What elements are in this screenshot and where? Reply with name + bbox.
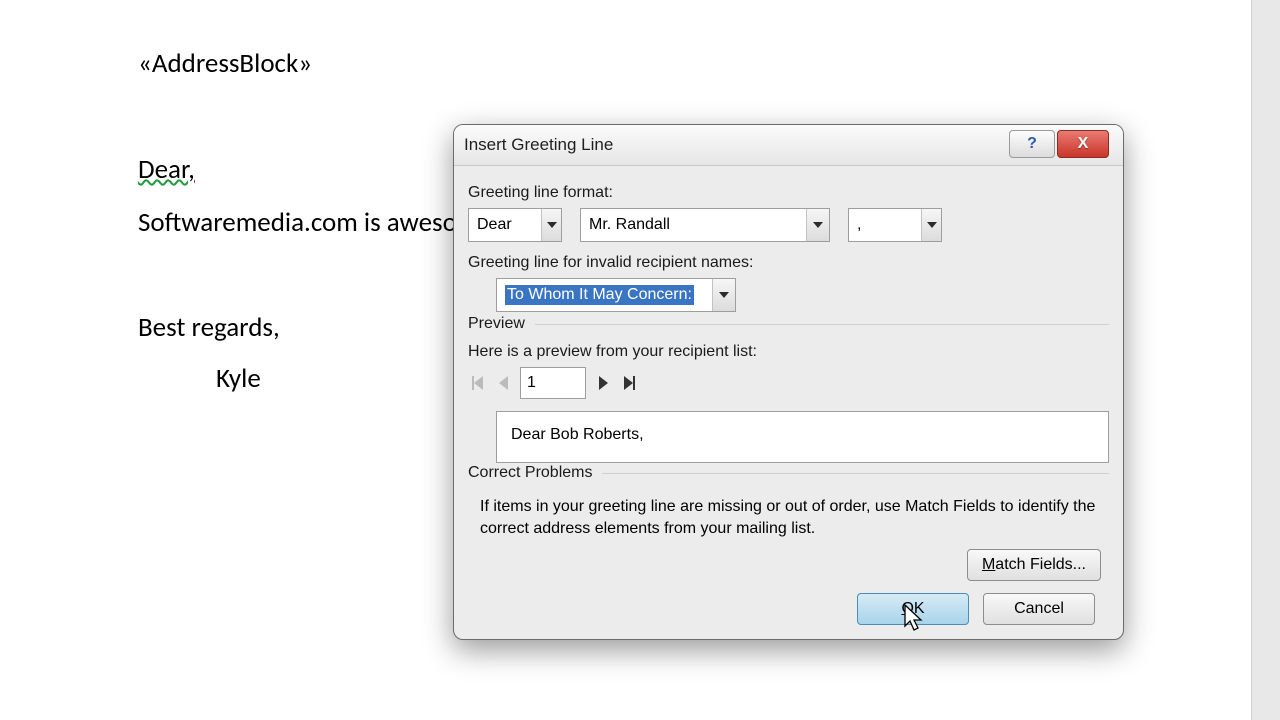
- preview-box: Dear Bob Roberts,: [496, 411, 1109, 463]
- help-button[interactable]: ?: [1009, 130, 1055, 158]
- doc-greeting: Dear,: [138, 153, 195, 186]
- chevron-down-icon: [921, 209, 941, 241]
- cancel-button[interactable]: Cancel: [983, 593, 1095, 625]
- correct-problems-help: If items in your greeting line are missi…: [468, 496, 1109, 539]
- correct-problems-section: Correct Problems: [468, 473, 1109, 496]
- invalid-recipient-label: Greeting line for invalid recipient name…: [468, 254, 1109, 272]
- last-record-button[interactable]: [620, 369, 638, 397]
- salutation-combo[interactable]: Dear: [468, 208, 562, 242]
- close-icon: X: [1078, 135, 1089, 153]
- match-fields-button[interactable]: Match Fields...: [967, 549, 1101, 581]
- doc-signature: Kyle: [216, 362, 261, 395]
- salutation-value: Dear: [469, 209, 541, 241]
- merge-field-addressblock: «AddressBlock»: [138, 47, 312, 80]
- doc-body-line: Softwaremedia.com is awesome.: [138, 206, 499, 239]
- punctuation-value: ,: [849, 209, 921, 241]
- chevron-down-icon: [712, 279, 735, 311]
- invalid-recipient-value: To Whom It May Concern:: [497, 279, 712, 311]
- first-record-button[interactable]: [468, 369, 486, 397]
- dialog-title: Insert Greeting Line: [454, 135, 613, 155]
- name-format-combo[interactable]: Mr. Randall: [580, 208, 830, 242]
- punctuation-combo[interactable]: ,: [848, 208, 942, 242]
- help-icon: ?: [1027, 135, 1037, 153]
- preview-header: Preview: [468, 315, 535, 332]
- close-button[interactable]: X: [1057, 130, 1109, 158]
- invalid-recipient-combo[interactable]: To Whom It May Concern:: [496, 278, 736, 312]
- vertical-scrollbar[interactable]: [1251, 0, 1280, 720]
- correct-problems-header: Correct Problems: [468, 464, 602, 481]
- chevron-down-icon: [806, 209, 829, 241]
- record-number-input[interactable]: [520, 367, 586, 399]
- dialog-titlebar[interactable]: Insert Greeting Line ? X: [454, 125, 1123, 166]
- chevron-down-icon: [541, 209, 561, 241]
- doc-closing: Best regards,: [138, 311, 280, 344]
- preview-section: Preview: [468, 324, 1109, 347]
- preview-text: Dear Bob Roberts,: [511, 426, 644, 443]
- name-format-value: Mr. Randall: [581, 209, 806, 241]
- next-record-button[interactable]: [594, 369, 612, 397]
- ok-button[interactable]: OK: [857, 593, 969, 625]
- greeting-format-label: Greeting line format:: [468, 184, 1109, 202]
- insert-greeting-line-dialog: Insert Greeting Line ? X Greeting line f…: [453, 124, 1124, 640]
- prev-record-button[interactable]: [494, 369, 512, 397]
